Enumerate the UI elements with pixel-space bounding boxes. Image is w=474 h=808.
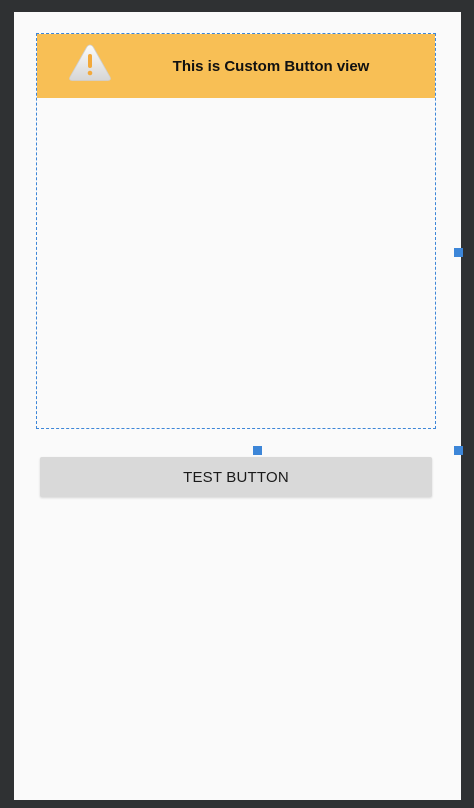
resize-handle-corner[interactable]	[454, 446, 463, 455]
banner-title: This is Custom Button view	[172, 58, 370, 75]
device-frame: This is Custom Button view TEST BUTTON	[0, 0, 474, 808]
warning-icon	[69, 44, 111, 81]
resize-handle-right[interactable]	[454, 248, 463, 257]
screen: This is Custom Button view TEST BUTTON	[14, 12, 463, 800]
banner: This is Custom Button view	[37, 34, 435, 98]
test-button[interactable]: TEST BUTTON	[40, 457, 432, 497]
custom-button-view[interactable]: This is Custom Button view	[36, 33, 463, 455]
resize-handle-bottom[interactable]	[253, 446, 262, 455]
